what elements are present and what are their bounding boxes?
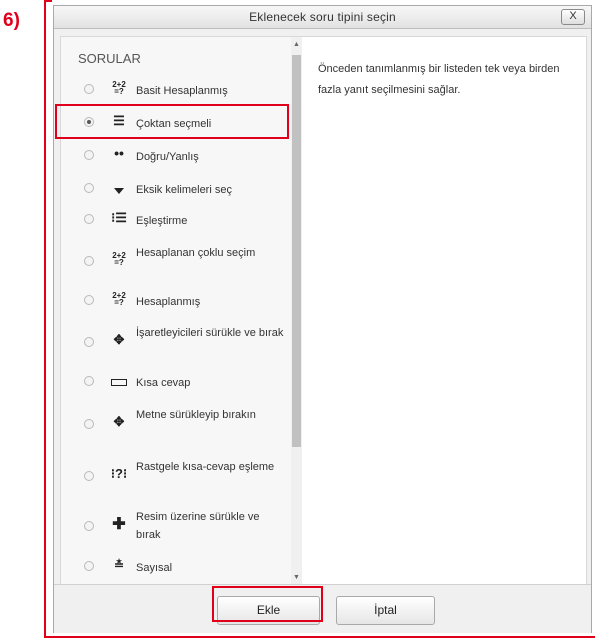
calculated-icon: 2+2 =? xyxy=(112,291,126,307)
question-type-label: Doğru/Yanlış xyxy=(136,151,199,163)
question-type-label: Metne sürükleyip bırakın xyxy=(136,409,256,421)
calculated-simple-icon: 2+2 =? xyxy=(112,80,126,96)
annotation-box-7 xyxy=(55,104,289,139)
radio-button[interactable] xyxy=(84,471,94,481)
question-type-resim-surukle[interactable]: ✚ Resim üzerine sürükle ve bırak xyxy=(61,507,286,547)
radio-button[interactable] xyxy=(84,295,94,305)
scroll-up-icon[interactable]: ▲ xyxy=(291,39,302,50)
radio-button[interactable] xyxy=(84,183,94,193)
short-answer-icon xyxy=(110,375,128,389)
question-type-eslestirme[interactable]: ⁝☰ Eşleştirme xyxy=(61,208,286,238)
dialog-title: Eklenecek soru tipini seçin xyxy=(249,10,396,24)
close-button[interactable]: X xyxy=(561,9,585,25)
question-type-label: Hesaplanan çoklu seçim xyxy=(136,247,256,259)
question-type-label: Eksik kelimeleri seç xyxy=(136,184,232,196)
question-type-kisa-cevap[interactable]: Kısa cevap xyxy=(61,370,286,400)
question-type-hesaplanmis[interactable]: 2+2 =? Hesaplanmış xyxy=(61,289,286,319)
drag-text-icon: ✥ xyxy=(113,414,125,429)
match-icon: ⁝☰ xyxy=(111,210,127,225)
radio-button[interactable] xyxy=(84,376,94,386)
question-type-dialog: Eklenecek soru tipini seçin X SORULAR 2+… xyxy=(53,5,592,633)
truefalse-icon: •• xyxy=(114,145,124,161)
question-type-label: Rastgele kısa-cevap eşleme xyxy=(136,461,275,473)
annotation-box-6 xyxy=(44,0,52,638)
question-type-description: Önceden tanımlanmış bir listeden tek vey… xyxy=(318,63,560,96)
select-missing-words-icon xyxy=(110,183,128,197)
question-type-dogru-yanlis[interactable]: •• Doğru/Yanlış xyxy=(61,144,286,174)
question-type-label: İşaretleyicileri sürükle ve bırak xyxy=(136,327,284,339)
drag-image-icon: ✚ xyxy=(112,516,126,533)
annotation-box-6-bottom xyxy=(44,634,595,638)
radio-button[interactable] xyxy=(84,256,94,266)
radio-button[interactable] xyxy=(84,214,94,224)
description-pane: Önceden tanımlanmış bir listeden tek vey… xyxy=(302,36,587,586)
question-type-hesaplanan-coklu[interactable]: 2+2 =? Hesaplanan çoklu seçim xyxy=(61,242,286,282)
question-type-label: Sayısal xyxy=(136,562,173,574)
numerical-icon: ≛ xyxy=(113,558,125,572)
drag-markers-icon: ✥ xyxy=(113,332,125,347)
list-scrollbar[interactable]: ▲ ▼ xyxy=(291,37,302,585)
scrollbar-thumb[interactable] xyxy=(292,55,301,447)
scroll-down-icon[interactable]: ▼ xyxy=(291,572,302,583)
question-type-label: Kısa cevap xyxy=(136,377,191,389)
question-type-eksik-kelimeler[interactable]: Eksik kelimeleri seç xyxy=(61,177,286,207)
question-type-metne-surukle[interactable]: ✥ Metne sürükleyip bırakın xyxy=(61,405,286,445)
question-type-rastgele[interactable]: ⁝?⁝ Rastgele kısa-cevap eşleme xyxy=(61,457,286,497)
question-type-sayisal[interactable]: ≛ Sayısal xyxy=(61,555,286,585)
question-type-label: Basit Hesaplanmış xyxy=(136,85,228,97)
cancel-button[interactable]: İptal xyxy=(336,596,435,625)
radio-button[interactable] xyxy=(84,337,94,347)
radio-button[interactable] xyxy=(84,150,94,160)
question-type-label: Hesaplanmış xyxy=(136,296,201,308)
radio-button[interactable] xyxy=(84,84,94,94)
dialog-titlebar: Eklenecek soru tipini seçin X xyxy=(54,6,591,29)
annotation-6: 6) xyxy=(3,10,20,31)
question-type-label: Eşleştirme xyxy=(136,215,188,227)
question-type-isaretleyiciler[interactable]: ✥ İşaretleyicileri sürükle ve bırak xyxy=(61,323,286,363)
annotation-box-8 xyxy=(212,586,323,622)
calculated-multi-icon: 2+2 =? xyxy=(112,251,126,267)
question-type-label: Resim üzerine sürükle ve bırak xyxy=(136,511,260,541)
radio-button[interactable] xyxy=(84,419,94,429)
list-header: SORULAR xyxy=(78,51,141,66)
radio-button[interactable] xyxy=(84,561,94,571)
radio-button[interactable] xyxy=(84,521,94,531)
random-short-answer-icon: ⁝?⁝ xyxy=(110,466,128,481)
